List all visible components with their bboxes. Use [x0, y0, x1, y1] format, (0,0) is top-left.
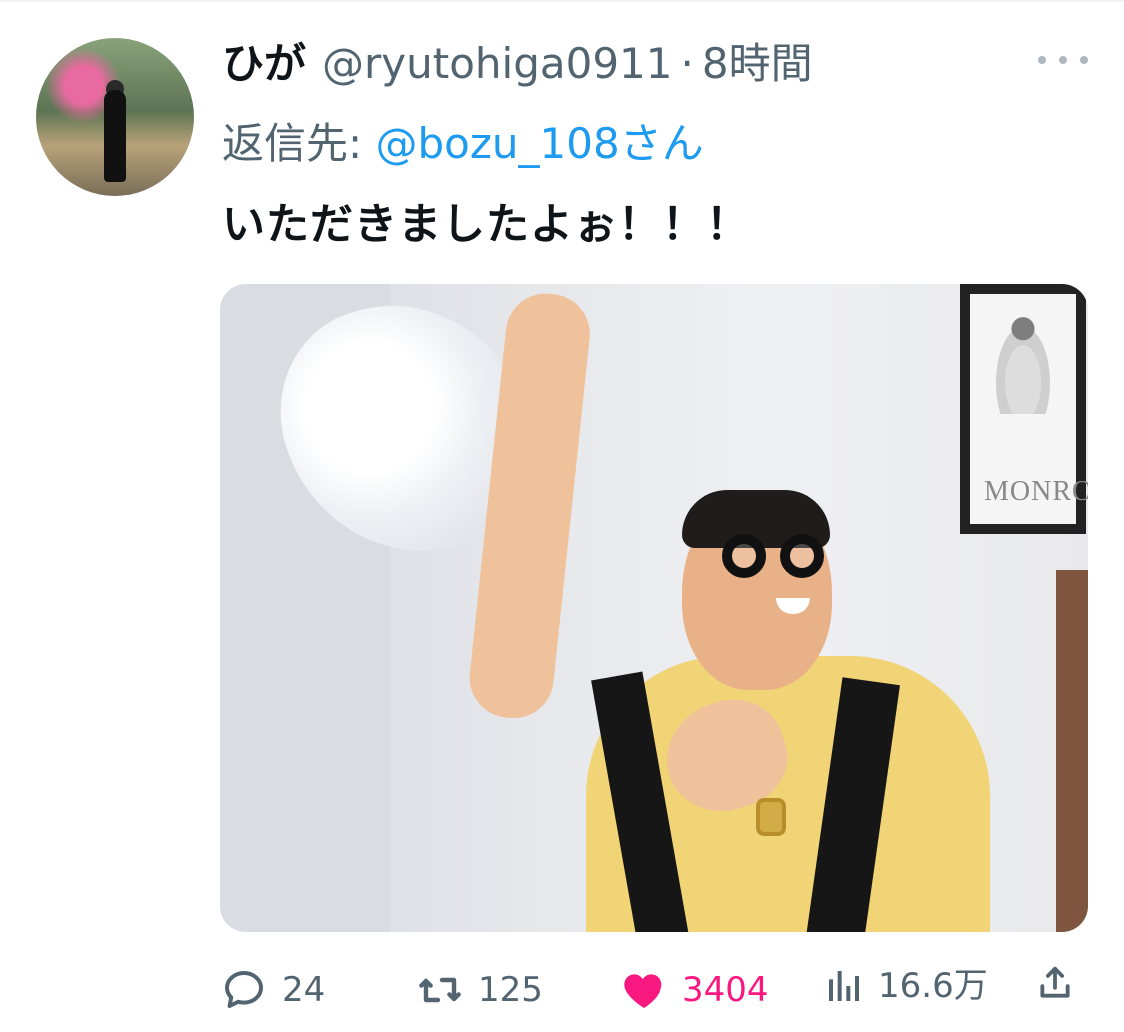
like-button[interactable]: 3404: [620, 966, 769, 1014]
avatar-person-body: [104, 90, 126, 182]
reply-prefix: 返信先:: [222, 119, 363, 168]
view-count: 16.6万: [878, 966, 988, 1006]
like-count: 3404: [682, 970, 769, 1010]
tweet-header: ひが @ryutohiga0911 · 8時間: [222, 30, 813, 96]
more-dot: [1038, 56, 1046, 64]
reply-context: 返信先: @bozu_108さん: [222, 110, 704, 171]
share-icon[interactable]: [1036, 964, 1074, 1002]
views-button[interactable]: 16.6万: [824, 966, 988, 1006]
display-name[interactable]: ひが: [222, 30, 306, 91]
tweet-text: いただきましたよぉ！！！: [222, 200, 750, 250]
photo-glasses-right: [780, 534, 824, 578]
top-divider: [0, 0, 1124, 2]
photo-watch: [756, 798, 786, 836]
photo-poster: MONRO: [960, 284, 1088, 534]
repost-count: 125: [478, 970, 543, 1010]
meta-separator: ·: [680, 39, 694, 88]
user-handle[interactable]: @ryutohiga0911: [322, 39, 672, 88]
reply-button[interactable]: 24: [220, 966, 325, 1014]
repost-icon: [419, 977, 461, 1003]
poster-figure: [988, 310, 1058, 414]
more-dot: [1080, 56, 1088, 64]
reply-mention-link[interactable]: @bozu_108さん: [376, 119, 704, 168]
photo-glasses-left: [722, 534, 766, 578]
repost-button[interactable]: 125: [416, 966, 543, 1014]
analytics-icon: [829, 971, 859, 1001]
more-dot: [1059, 56, 1067, 64]
heart-icon: [624, 974, 662, 1008]
photo-door-frame: [1056, 570, 1088, 932]
reply-bubble-icon: [225, 971, 263, 1008]
action-bar: 24 125 3404 16.6万: [0, 960, 1124, 1020]
avatar[interactable]: [36, 38, 194, 196]
reply-count: 24: [282, 970, 326, 1010]
poster-text: MONRO: [984, 476, 1088, 507]
more-icon[interactable]: [1038, 48, 1088, 72]
tweet-photo[interactable]: MONRO: [220, 284, 1088, 932]
timestamp[interactable]: 8時間: [702, 30, 813, 91]
